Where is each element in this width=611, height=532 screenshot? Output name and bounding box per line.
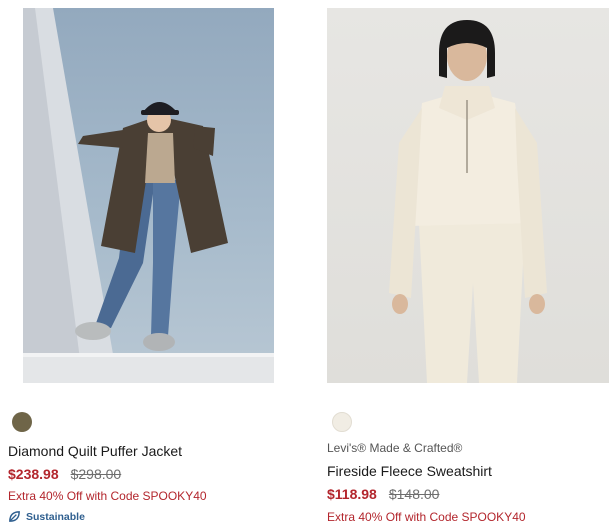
product-name[interactable]: Fireside Fleece Sweatshirt	[327, 463, 492, 479]
color-swatch-olive[interactable]	[12, 412, 32, 432]
sustainable-label: Sustainable	[26, 510, 85, 523]
product-image-puffer-jacket[interactable]	[23, 8, 274, 383]
original-price: $148.00	[388, 486, 440, 502]
brand-name: Levi's® Made & Crafted®	[327, 441, 463, 455]
color-swatch-cream[interactable]	[332, 412, 352, 432]
sale-price: $118.98	[327, 486, 377, 502]
sustainable-badge: Sustainable	[8, 510, 85, 523]
original-price: $298.00	[70, 466, 122, 482]
product-image-fleece-sweatshirt[interactable]	[327, 8, 609, 383]
sale-price: $238.98	[8, 466, 59, 482]
price-row: $238.98 $298.00	[8, 466, 121, 482]
product-name[interactable]: Diamond Quilt Puffer Jacket	[8, 443, 182, 459]
promo-text: Extra 40% Off with Code SPOOKY40	[327, 510, 526, 524]
promo-text: Extra 40% Off with Code SPOOKY40	[8, 489, 207, 503]
leaf-icon	[9, 511, 20, 522]
price-row: $118.98 $148.00	[327, 486, 439, 502]
